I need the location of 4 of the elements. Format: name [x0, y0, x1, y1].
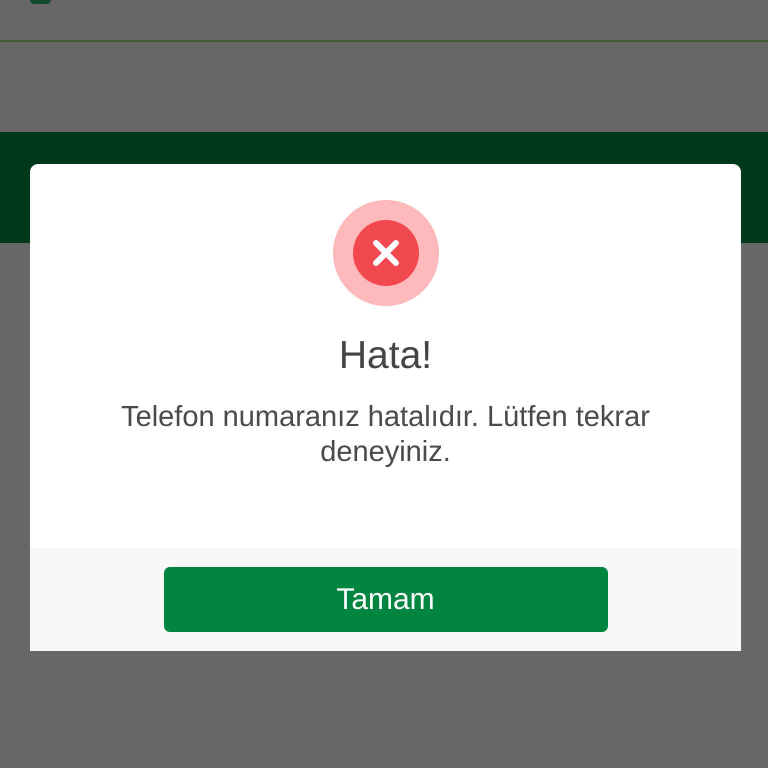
dialog-message: Telefon numaranız hatalıdır. Lütfen tekrar deneyiniz. — [120, 400, 651, 470]
error-icon — [332, 200, 438, 306]
dialog-title: Hata! — [338, 334, 432, 378]
ok-button[interactable]: Tamam — [164, 567, 608, 632]
